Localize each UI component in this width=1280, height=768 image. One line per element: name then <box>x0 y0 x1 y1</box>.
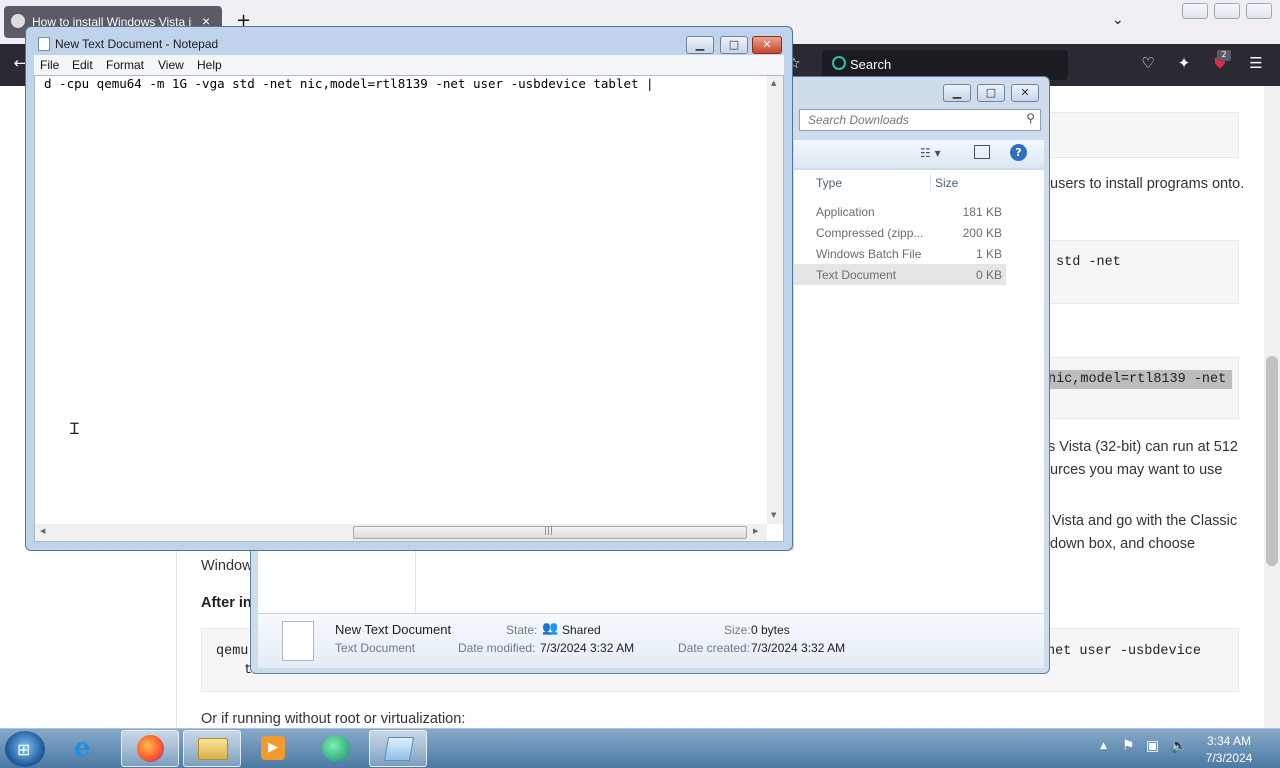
text-file-icon <box>282 621 314 661</box>
code-text: qemu <box>216 644 249 659</box>
explorer-minimize-button[interactable]: ▁ <box>943 84 971 102</box>
hamburger-menu-icon[interactable]: ☰ <box>1246 54 1266 74</box>
grip-icon: ||| <box>544 526 554 536</box>
search-engine-icon <box>832 56 846 70</box>
browser-close-button[interactable] <box>1246 3 1272 19</box>
file-row-selected[interactable]: Text Document 0 KB <box>794 264 1006 285</box>
details-state-label: State: <box>506 623 538 637</box>
menu-format[interactable]: Format <box>106 58 144 72</box>
menu-help[interactable]: Help <box>197 58 222 72</box>
site-favicon-icon <box>11 14 25 28</box>
horizontal-scrollbar-thumb[interactable]: ||| <box>353 526 747 539</box>
article-text: s Vista (32-bit) can run at 512 <box>1048 439 1238 455</box>
details-state-value: Shared <box>562 623 601 637</box>
notepad-text-area[interactable] <box>34 75 784 542</box>
extension-badge: 2 <box>1217 50 1231 61</box>
menu-view[interactable]: View <box>158 58 184 72</box>
scrollbar-thumb[interactable] <box>1266 356 1278 566</box>
browser-restore-button[interactable] <box>1214 3 1240 19</box>
file-list-area <box>416 550 794 613</box>
column-header-type[interactable]: Type <box>816 176 842 190</box>
media-player-icon: ▶ <box>261 736 285 760</box>
article-text: down box, and choose <box>1050 536 1196 552</box>
code-text: net user -usbdevice <box>1047 644 1201 659</box>
app-globe-icon <box>322 735 350 761</box>
menu-file[interactable]: File <box>40 58 59 72</box>
column-header-size[interactable]: Size <box>935 176 958 190</box>
view-options-icon[interactable]: ☷ ▾ <box>920 146 941 160</box>
details-file-type: Text Document <box>335 641 416 655</box>
page-scrollbar[interactable] <box>1264 86 1280 728</box>
explorer-search-input[interactable]: Search Downloads ⚲ <box>799 109 1041 131</box>
notepad-icon <box>383 737 415 761</box>
notepad-minimize-button[interactable]: ▁ <box>686 36 714 54</box>
details-created-value: 7/3/2024 3:32 AM <box>751 641 846 655</box>
file-row[interactable]: Compressed (zipp... 200 KB <box>794 222 1006 243</box>
taskbar-app[interactable] <box>306 730 364 767</box>
file-row[interactable]: Windows Batch File 1 KB <box>794 243 1006 264</box>
list-all-tabs-chevron-icon[interactable]: ⌄ <box>1112 12 1124 28</box>
scroll-down-arrow-icon[interactable]: ▼ <box>771 511 776 519</box>
file-list: Type Size Application 181 KB Compressed (… <box>794 170 1044 613</box>
details-created-label: Date created: <box>678 641 751 655</box>
article-heading: After in <box>201 595 252 611</box>
scroll-right-arrow-icon[interactable]: ▶ <box>753 527 758 535</box>
details-size-value: 0 bytes <box>751 623 790 637</box>
taskbar-notepad[interactable] <box>369 730 427 767</box>
clock-date: 7/3/2024 <box>1205 751 1253 765</box>
volume-muted-icon[interactable]: 🔈 <box>1170 738 1187 754</box>
code-text: std -net <box>1056 255 1121 270</box>
code-block <box>1040 112 1239 158</box>
explorer-maximize-button[interactable]: □ <box>977 84 1005 102</box>
taskbar-clock[interactable]: 3:34 AM 7/3/2024 <box>1196 733 1262 767</box>
explorer-toolbar: ☷ ▾ ? <box>794 140 1044 168</box>
clock-time: 3:34 AM <box>1206 734 1252 748</box>
notepad-maximize-button[interactable]: □ <box>720 36 748 54</box>
notepad-menu-bar: File Edit Format View Help <box>34 55 784 75</box>
code-block <box>1040 240 1239 304</box>
details-file-name: New Text Document <box>335 622 452 637</box>
navigation-pane <box>258 550 416 613</box>
network-icon[interactable]: ▣ <box>1146 738 1159 754</box>
taskbar-firefox[interactable] <box>121 730 179 767</box>
taskbar-media-player[interactable]: ▶ <box>244 730 302 767</box>
taskbar-internet-explorer[interactable]: e <box>60 730 118 767</box>
taskbar-windows-explorer[interactable] <box>183 730 241 767</box>
explorer-close-button[interactable]: ✕ <box>1011 84 1039 102</box>
article-text: Vista and go with the Classic <box>1052 513 1238 529</box>
action-center-flag-icon[interactable]: ⚑ <box>1122 738 1135 754</box>
notepad-title: New Text Document - Notepad <box>55 37 219 51</box>
article-text: Window <box>201 558 253 574</box>
text-cursor-icon: Ɪ <box>70 419 79 438</box>
search-icon: ⚲ <box>1026 111 1035 125</box>
notepad-text-content[interactable]: d -cpu qemu64 -m 1G -vga std -net nic,mo… <box>44 76 654 91</box>
scroll-up-arrow-icon[interactable]: ▲ <box>771 79 776 87</box>
firefox-icon <box>137 735 164 762</box>
scroll-left-arrow-icon[interactable]: ◀ <box>40 527 45 535</box>
start-button-windows-icon[interactable]: ⊞ <box>5 731 45 767</box>
notepad-app-icon <box>38 37 50 51</box>
details-size-label: Size: <box>724 623 751 637</box>
article-text: users to install programs onto. <box>1050 176 1245 192</box>
notepad-close-button[interactable]: ✕ <box>752 36 782 54</box>
folder-icon <box>198 738 228 760</box>
article-text: Or if running without root or virtualiza… <box>201 711 466 727</box>
browser-minimize-button[interactable] <box>1182 3 1208 19</box>
help-icon[interactable]: ? <box>1010 144 1027 161</box>
preview-pane-icon[interactable] <box>974 145 990 159</box>
article-text: urces you may want to use <box>1050 462 1223 478</box>
extensions-puzzle-icon[interactable]: ✦ <box>1174 54 1194 74</box>
details-pane: New Text Document Text Document State: 👥… <box>258 613 1044 668</box>
internet-explorer-icon: e <box>74 733 91 763</box>
details-modified-value: 7/3/2024 3:32 AM <box>540 641 635 655</box>
pocket-icon[interactable]: ♡ <box>1138 54 1158 74</box>
details-modified-label: Date modified: <box>458 641 536 655</box>
file-row[interactable]: Application 181 KB <box>794 201 1006 222</box>
highlighted-code-text: nic,model=rtl8139 -net <box>1048 370 1233 389</box>
shared-users-icon: 👥 <box>542 620 559 635</box>
column-divider <box>930 174 931 192</box>
show-hidden-icons-arrow-icon[interactable]: ▲ <box>1100 741 1107 751</box>
notepad-vertical-scrollbar[interactable]: ▲ ▼ <box>767 76 783 524</box>
menu-edit[interactable]: Edit <box>72 58 93 72</box>
